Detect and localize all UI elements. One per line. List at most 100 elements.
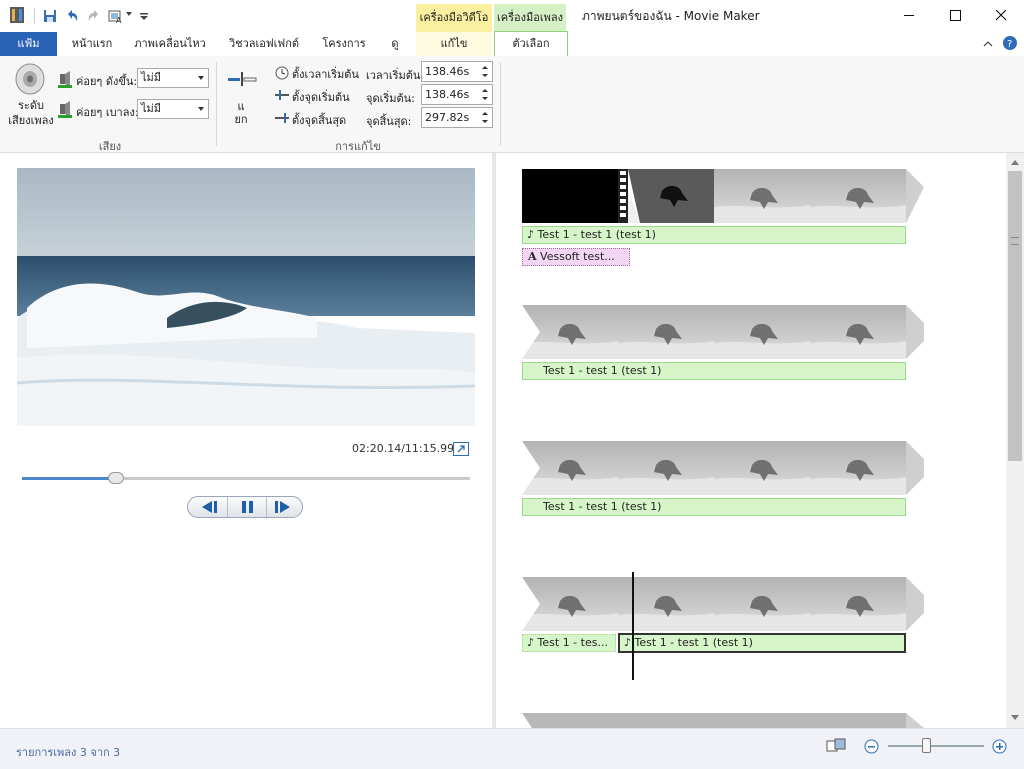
next-frame-icon	[275, 501, 290, 513]
close-icon	[995, 9, 1007, 21]
end-point-spinner[interactable]: 297.82s	[421, 107, 493, 128]
scroll-thumb[interactable]	[1008, 171, 1022, 461]
start-time-label: เวลาเริ่มต้น:	[366, 69, 425, 82]
scroll-down-icon[interactable]	[1011, 715, 1019, 721]
chevron-down-icon	[198, 76, 204, 80]
audio-clip-label: Test 1 - test 1 (test 1)	[543, 500, 662, 513]
detach-preview-icon[interactable]	[453, 442, 469, 456]
maximize-button[interactable]	[932, 0, 978, 32]
set-start-time-button[interactable]: ตั้งเวลาเริ่มต้น	[274, 64, 359, 82]
start-point-icon	[275, 90, 289, 100]
window-title: ภาพยนตร์ของฉัน - Movie Maker	[582, 9, 760, 23]
playhead[interactable]	[632, 572, 634, 680]
fade-out-icon	[58, 101, 72, 118]
movie-maker-logo-icon	[10, 7, 24, 23]
set-start-point-button[interactable]: ตั้งจุดเริ่มต้น	[274, 87, 358, 105]
tab-project[interactable]: โครงการ	[316, 32, 372, 56]
snapshot-icon[interactable]: A	[108, 8, 124, 24]
group-divider	[500, 62, 501, 146]
zoom-out-icon[interactable]	[864, 739, 879, 754]
video-clip-thumbnail[interactable]	[522, 713, 924, 728]
fade-in-label: ค่อยๆ ดังขึ้น:	[76, 75, 138, 88]
seek-progress	[22, 477, 116, 480]
title-bar: A เครื่องมือวิดีโอ เครื่องมือเพลง ภาพยนต…	[0, 0, 1024, 32]
set-start-time-label: ตั้งเวลาเริ่มต้น	[292, 68, 359, 81]
tab-file[interactable]: แฟ้ม	[0, 32, 57, 56]
video-clip-thumbnail[interactable]	[522, 577, 924, 631]
close-button[interactable]	[978, 0, 1024, 32]
caption-icon: A	[528, 250, 537, 263]
caption-clip[interactable]: A Vessoft test...	[522, 248, 630, 266]
end-point-label: จุดสิ้นสุด:	[366, 115, 412, 128]
audio-clip-label: Test 1 - test 1 (test 1)	[537, 228, 656, 241]
set-end-point-button[interactable]: ตั้งจุดสิ้นสุด	[274, 110, 358, 128]
next-frame-button[interactable]	[265, 497, 303, 517]
video-clip-thumbnail[interactable]	[522, 441, 924, 495]
tab-options[interactable]: ตัวเลือก	[494, 31, 568, 57]
playback-timecode: 02:20.14/11:15.99	[352, 442, 455, 455]
fade-out-label: ค่อยๆ เบาลง:	[76, 106, 139, 119]
help-icon[interactable]: ?	[1002, 35, 1018, 51]
storyboard-scrollbar[interactable]	[1006, 153, 1024, 728]
music-volume-label: ระดับ เสียงเพลง	[8, 99, 54, 127]
minimize-icon	[904, 15, 914, 16]
music-note-icon: ♪	[527, 636, 535, 649]
scroll-grip	[1011, 237, 1019, 245]
selected-audio-clip[interactable]: ♪ Test 1 - test 1 (test 1)	[618, 633, 906, 653]
chevron-down-icon	[198, 107, 204, 111]
fade-in-icon	[58, 71, 72, 88]
zoom-slider[interactable]	[888, 745, 984, 747]
thumbnail-size-icon[interactable]	[826, 738, 846, 754]
tab-visual-effects[interactable]: วิชวลเอฟเฟกต์	[222, 32, 306, 56]
music-volume-button[interactable]: ระดับ เสียงเพลง	[8, 58, 54, 132]
tab-animations[interactable]: ภาพเคลื่อนไหว	[130, 32, 210, 56]
start-time-spinner[interactable]: 138.46s	[421, 61, 493, 82]
scroll-up-icon[interactable]	[1011, 159, 1019, 165]
fade-in-select[interactable]: ไม่มี	[137, 68, 209, 88]
undo-icon[interactable]	[64, 8, 80, 24]
minimize-button[interactable]	[886, 0, 932, 32]
collapse-ribbon-icon[interactable]	[982, 38, 994, 50]
customize-toolbar-icon[interactable]	[136, 8, 152, 24]
zoom-in-icon[interactable]	[992, 739, 1007, 754]
audio-clip[interactable]: Test 1 - test 1 (test 1)	[522, 362, 906, 380]
playback-controls	[187, 496, 303, 518]
audio-clip[interactable]: Test 1 - test 1 (test 1)	[522, 498, 906, 516]
snapshot-dropdown-icon[interactable]	[126, 12, 132, 16]
video-clip-thumbnail[interactable]	[522, 169, 924, 223]
start-time-value: 138.46s	[425, 65, 470, 78]
spinner-arrows-icon[interactable]	[478, 85, 492, 104]
set-start-point-label: ตั้งจุดเริ่มต้น	[292, 91, 350, 104]
start-point-spinner[interactable]: 138.46s	[421, 84, 493, 105]
ribbon: ระดับ เสียงเพลง ค่อยๆ ดังขึ้น: ไม่มี ค่อ…	[0, 56, 1024, 153]
music-note-icon: ♪	[624, 636, 632, 649]
split-button[interactable]: แ ยก	[224, 64, 258, 130]
tab-edit[interactable]: แก้ไข	[416, 32, 492, 56]
audio-clip[interactable]: ♪ Test 1 - tes...	[522, 634, 616, 652]
redo-icon[interactable]	[86, 8, 102, 24]
video-clip-thumbnail[interactable]	[522, 305, 924, 359]
maximize-icon	[950, 10, 961, 21]
save-icon[interactable]	[42, 8, 58, 24]
set-end-point-label: ตั้งจุดสิ้นสุด	[292, 114, 347, 127]
previous-frame-button[interactable]	[188, 497, 226, 517]
status-item-count: รายการเพลง 3 จาก 3	[16, 746, 121, 759]
tab-view[interactable]: ดู	[382, 32, 408, 56]
audio-clip-label: Test 1 - test 1 (test 1)	[634, 636, 753, 649]
fade-out-value: ไม่มี	[141, 102, 162, 115]
audio-clip[interactable]: ♪ Test 1 - test 1 (test 1)	[522, 226, 906, 244]
audio-clip-label: Test 1 - tes...	[537, 636, 608, 649]
video-preview[interactable]	[17, 168, 475, 426]
split-icon	[228, 72, 257, 86]
tab-home[interactable]: หน้าแรก	[62, 32, 122, 56]
fade-out-select[interactable]: ไม่มี	[137, 99, 209, 119]
spinner-arrows-icon[interactable]	[478, 108, 492, 127]
seek-thumb[interactable]	[108, 472, 124, 484]
zoom-slider-thumb[interactable]	[922, 738, 931, 753]
spinner-arrows-icon[interactable]	[478, 62, 492, 81]
pause-button[interactable]	[227, 497, 267, 517]
music-note-icon: ♪	[527, 228, 535, 241]
caption-clip-label: Vessoft test...	[540, 250, 615, 263]
pane-splitter[interactable]	[492, 153, 496, 728]
end-point-icon	[275, 113, 289, 123]
